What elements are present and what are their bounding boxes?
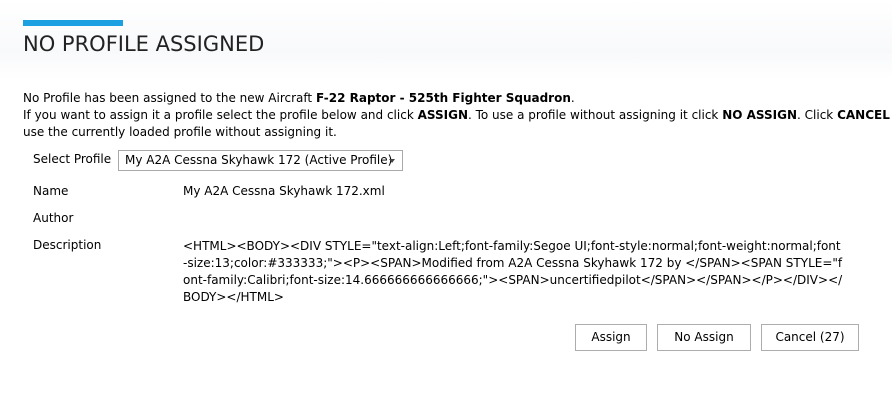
- name-value: My A2A Cessna Skyhawk 172.xml: [183, 184, 385, 198]
- assign-keyword: ASSIGN: [417, 108, 468, 122]
- message-text: .: [570, 91, 575, 105]
- dialog-header: NO PROFILE ASSIGNED: [0, 0, 892, 80]
- info-message: No Profile has been assigned to the new …: [23, 90, 890, 141]
- message-line-1: No Profile has been assigned to the new …: [23, 90, 873, 107]
- cancel-button[interactable]: Cancel (27): [761, 324, 859, 351]
- message-text: . Click: [797, 108, 838, 122]
- profile-select-value: My A2A Cessna Skyhawk 172 (Active Profil…: [125, 153, 393, 167]
- name-label: Name: [33, 184, 69, 198]
- aircraft-name: F-22 Raptor - 525th Fighter Squadron: [315, 91, 571, 105]
- profile-select[interactable]: My A2A Cessna Skyhawk 172 (Active Profil…: [118, 150, 403, 171]
- assign-button[interactable]: Assign: [575, 324, 647, 351]
- message-text: No Profile has been assigned to the new …: [23, 91, 316, 105]
- message-line-2: If you want to assign it a profile selec…: [23, 107, 890, 124]
- message-line-3: use the currently loaded profile without…: [23, 125, 337, 139]
- chevron-down-icon: [389, 159, 395, 163]
- no-assign-keyword: NO ASSIGN: [722, 108, 798, 122]
- no-assign-button[interactable]: No Assign: [657, 324, 751, 351]
- dialog-title: NO PROFILE ASSIGNED: [23, 32, 265, 56]
- cancel-keyword: CANCEL: [837, 108, 890, 122]
- description-label: Description: [33, 238, 102, 252]
- select-profile-label: Select Profile: [33, 152, 112, 166]
- title-accent-bar: [23, 20, 123, 26]
- description-value: <HTML><BODY><DIV STYLE="text-align:Left;…: [183, 239, 843, 304]
- message-text: . To use a profile without assigning it …: [467, 108, 723, 122]
- message-text: If you want to assign it a profile selec…: [23, 108, 418, 122]
- author-label: Author: [33, 211, 74, 225]
